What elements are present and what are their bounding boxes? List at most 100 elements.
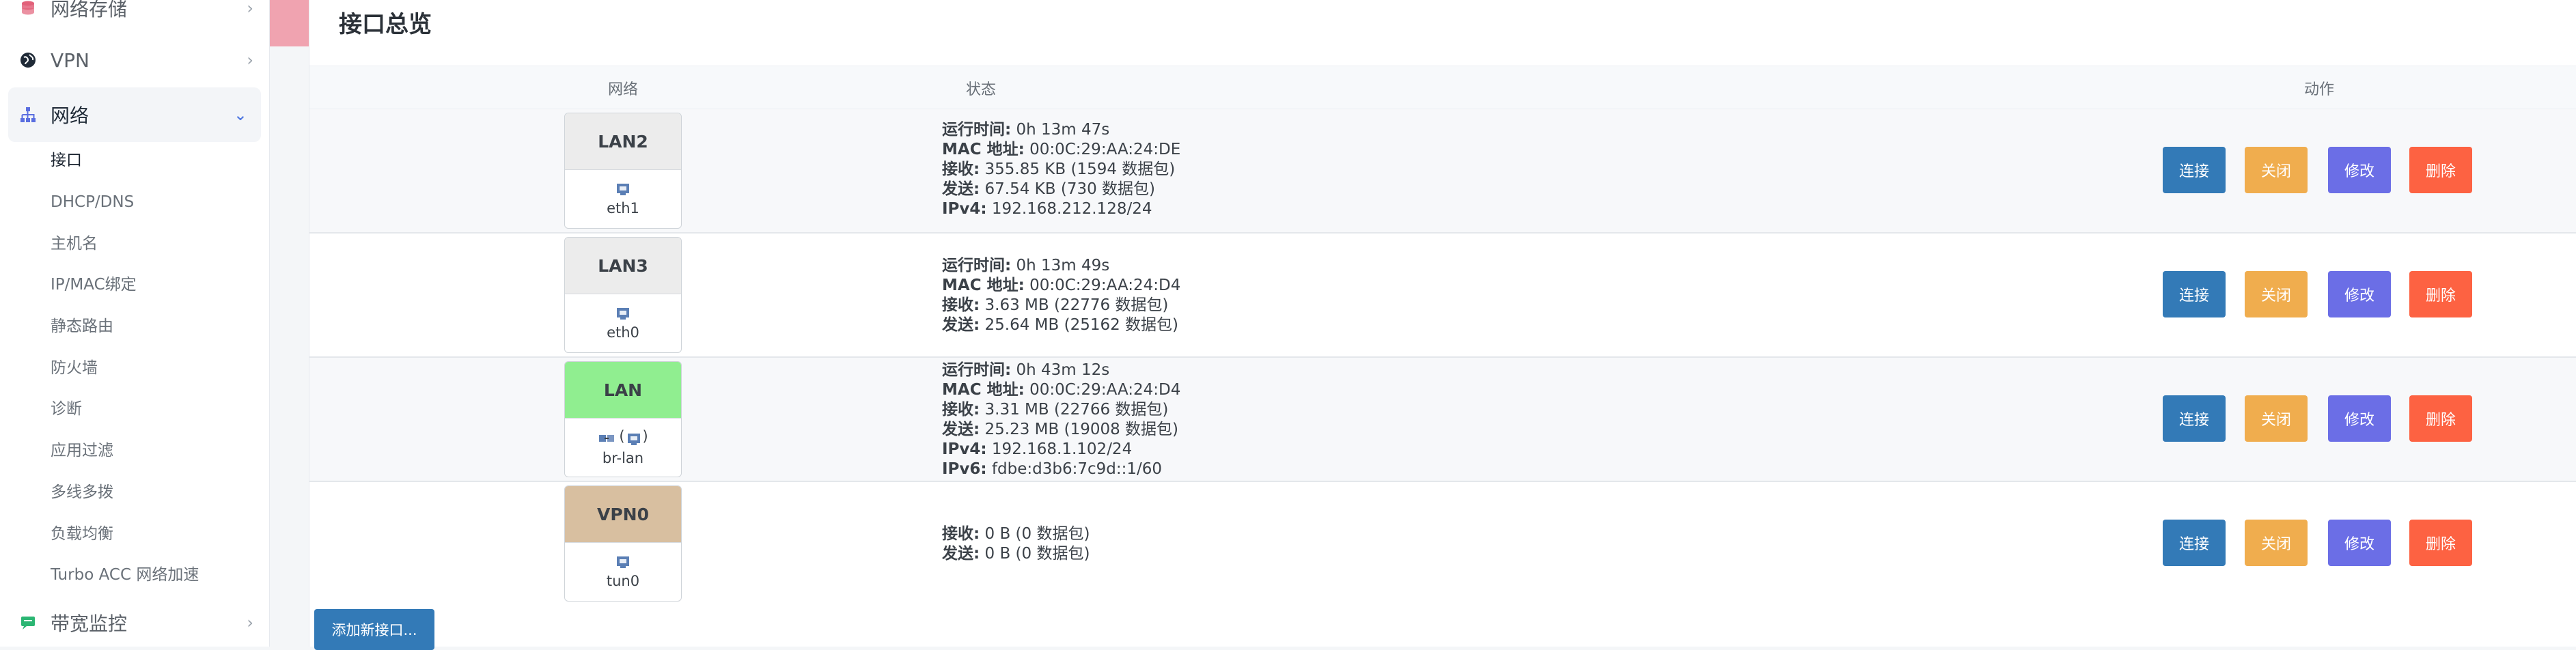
sidebar-subitem-interfaces[interactable]: 接口: [51, 147, 82, 174]
stop-button[interactable]: 关闭: [2245, 271, 2308, 317]
status-value: 192.168.212.128/24: [991, 200, 1152, 218]
stop-button[interactable]: 关闭: [2245, 147, 2308, 193]
sitemap-icon: [18, 104, 38, 125]
sidebar-subitem-static-routes[interactable]: 静态路由: [51, 313, 113, 340]
status-line: 发送: 25.64 MB (25162 数据包): [942, 315, 1180, 335]
sidebar-subitem-multiwan[interactable]: 多线多拨: [51, 479, 113, 506]
status-line: 运行时间: 0h 13m 49s: [942, 256, 1180, 276]
status-key: 发送:: [942, 316, 980, 334]
edit-button[interactable]: 修改: [2328, 271, 2391, 317]
globe-icon: [18, 50, 38, 70]
status-line: 运行时间: 0h 43m 12s: [942, 361, 1180, 380]
connect-button[interactable]: 连接: [2163, 147, 2226, 193]
sidebar-item-label: 网络存储: [51, 0, 128, 20]
status-line: MAC 地址: 00:0C:29:AA:24:D4: [942, 380, 1180, 400]
sidebar-item-network-storage[interactable]: 网络存储 ›: [0, 0, 270, 36]
status-line: MAC 地址: 00:0C:29:AA:24:DE: [942, 140, 1180, 160]
status-value: 0h 13m 47s: [1016, 121, 1110, 139]
interface-name: LAN: [565, 362, 681, 419]
interface-badge[interactable]: LAN3 eth0: [564, 237, 682, 353]
sidebar-item-label: VPN: [51, 48, 89, 72]
sidebar-item-bandwidth-monitor[interactable]: 带宽监控 ›: [0, 595, 270, 650]
sidebar-subitem-app-filter[interactable]: 应用过滤: [51, 437, 113, 464]
chevron-right-icon: ›: [247, 613, 253, 632]
status-value: fdbe:d3b6:7c9d::1/60: [991, 460, 1162, 478]
sidebar-item-label: 网络: [51, 104, 89, 127]
status-value: 0h 13m 49s: [1016, 257, 1110, 274]
interface-badge[interactable]: VPN0 tun0: [564, 485, 682, 602]
status-key: 运行时间:: [942, 257, 1012, 274]
device-name: br-lan: [602, 449, 644, 466]
sidebar: 网络存储 › VPN › 网络 ⌄ 接口 DHCP/DNS 主机名 IP/MAC…: [0, 0, 270, 647]
status-value: 00:0C:29:AA:24:D4: [1029, 381, 1181, 399]
page-title: 接口总览: [339, 11, 432, 38]
status-value: 25.64 MB (25162 数据包): [984, 316, 1179, 334]
status-key: 发送:: [942, 180, 980, 198]
sidebar-subitem-turbo-acc[interactable]: Turbo ACC 网络加速: [51, 561, 199, 589]
status-line: IPv6: fdbe:d3b6:7c9d::1/60: [942, 460, 1180, 479]
status-value: 00:0C:29:AA:24:DE: [1029, 141, 1181, 158]
edit-button[interactable]: 修改: [2328, 395, 2391, 442]
interface-status: 运行时间: 0h 43m 12s MAC 地址: 00:0C:29:AA:24:…: [942, 361, 1180, 479]
sidebar-subitem-load-balancing[interactable]: 负载均衡: [51, 520, 113, 548]
status-line: 发送: 0 B (0 数据包): [942, 544, 1090, 564]
ethernet-port-icon: [614, 180, 632, 197]
interface-status: 运行时间: 0h 13m 47s MAC 地址: 00:0C:29:AA:24:…: [942, 120, 1180, 219]
interfaces-panel: 接口总览 网络 状态 动作 LAN2 eth1 运行时间: 0h 13m 47s…: [309, 0, 2576, 650]
status-line: 发送: 67.54 KB (730 数据包): [942, 180, 1180, 199]
stop-button[interactable]: 关闭: [2245, 520, 2308, 566]
connect-button[interactable]: 连接: [2163, 395, 2226, 442]
status-value: 355.85 KB (1594 数据包): [984, 160, 1176, 178]
interface-name: LAN3: [565, 238, 681, 294]
status-value: 3.31 MB (22766 数据包): [984, 401, 1169, 419]
edit-button[interactable]: 修改: [2328, 147, 2391, 193]
status-key: IPv4:: [942, 440, 987, 458]
sidebar-item-label: 带宽监控: [51, 612, 128, 635]
status-key: 接收:: [942, 401, 980, 419]
ethernet-port-icon: [614, 304, 632, 322]
status-line: 运行时间: 0h 13m 47s: [942, 120, 1180, 140]
add-interface-button[interactable]: 添加新接口...: [314, 609, 434, 650]
device-name: tun0: [606, 573, 640, 589]
status-value: 00:0C:29:AA:24:D4: [1029, 277, 1181, 294]
delete-button[interactable]: 删除: [2409, 147, 2472, 193]
column-header-network: 网络: [608, 81, 639, 98]
status-value: 0h 43m 12s: [1016, 361, 1110, 379]
sidebar-item-network[interactable]: 网络 ⌄: [8, 87, 261, 142]
accent-strip: [270, 0, 309, 46]
delete-button[interactable]: 删除: [2409, 520, 2472, 566]
device-name: eth0: [607, 324, 639, 341]
paren-close: ): [642, 428, 648, 444]
sidebar-subitem-hostnames[interactable]: 主机名: [51, 230, 98, 257]
sidebar-subitem-ip-mac-binding[interactable]: IP/MAC绑定: [51, 271, 137, 298]
ethernet-port-icon: [625, 429, 643, 447]
sidebar-subitem-firewall[interactable]: 防火墙: [51, 354, 98, 382]
sidebar-subitem-dhcp-dns[interactable]: DHCP/DNS: [51, 188, 134, 216]
status-value: 0 B (0 数据包): [984, 525, 1090, 543]
tunnel-icon: [614, 552, 632, 570]
connect-button[interactable]: 连接: [2163, 520, 2226, 566]
status-key: MAC 地址:: [942, 277, 1025, 294]
interface-status: 接收: 0 B (0 数据包) 发送: 0 B (0 数据包): [942, 524, 1090, 564]
status-key: 接收:: [942, 160, 980, 178]
connect-button[interactable]: 连接: [2163, 271, 2226, 317]
status-line: 发送: 25.23 MB (19008 数据包): [942, 420, 1180, 440]
status-key: 发送:: [942, 421, 980, 438]
stop-button[interactable]: 关闭: [2245, 395, 2308, 442]
chevron-right-icon: ›: [247, 0, 253, 18]
chevron-right-icon: ›: [247, 51, 253, 70]
delete-button[interactable]: 删除: [2409, 271, 2472, 317]
delete-button[interactable]: 删除: [2409, 395, 2472, 442]
status-key: 接收:: [942, 296, 980, 314]
chevron-down-icon: ⌄: [233, 105, 247, 124]
table-row: LAN2 eth1 运行时间: 0h 13m 47s MAC 地址: 00:0C…: [309, 109, 2576, 234]
interface-badge[interactable]: LAN2 eth1: [564, 113, 682, 229]
sidebar-subitem-diagnostics[interactable]: 诊断: [51, 395, 82, 423]
edit-button[interactable]: 修改: [2328, 520, 2391, 566]
table-row: VPN0 tun0 接收: 0 B (0 数据包) 发送: 0 B (0 数据包…: [309, 482, 2576, 606]
column-header-actions: 动作: [2304, 81, 2335, 98]
status-key: IPv4:: [942, 200, 987, 218]
interface-badge[interactable]: LAN () br-lan: [564, 361, 682, 477]
status-key: 发送:: [942, 545, 980, 563]
sidebar-item-vpn[interactable]: VPN ›: [0, 33, 270, 87]
